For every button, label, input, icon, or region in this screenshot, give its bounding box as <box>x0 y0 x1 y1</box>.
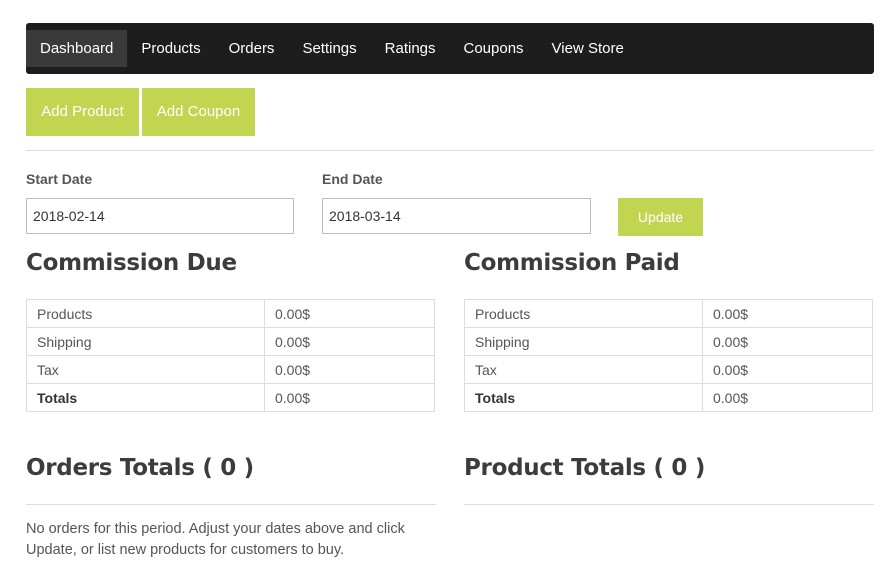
nav-item-dashboard[interactable]: Dashboard <box>26 30 128 67</box>
divider <box>26 150 874 151</box>
divider <box>26 504 436 505</box>
row-label: Tax <box>26 355 265 384</box>
row-label: Products <box>464 299 703 328</box>
nav-item-ratings[interactable]: Ratings <box>371 30 450 67</box>
end-date-label: End Date <box>322 171 383 187</box>
row-value: 0.00$ <box>264 383 435 412</box>
row-value: 0.00$ <box>702 299 873 328</box>
row-label: Shipping <box>26 327 265 356</box>
row-value: 0.00$ <box>702 383 873 412</box>
start-date-input[interactable] <box>26 198 294 234</box>
row-value: 0.00$ <box>702 355 873 384</box>
row-value: 0.00$ <box>264 327 435 356</box>
table-row-totals: Totals 0.00$ <box>464 383 873 412</box>
row-label: Tax <box>464 355 703 384</box>
nav-item-orders[interactable]: Orders <box>215 30 289 67</box>
nav-item-products[interactable]: Products <box>127 30 214 67</box>
commission-paid-title: Commission Paid <box>464 250 680 276</box>
row-value: 0.00$ <box>702 327 873 356</box>
row-label: Totals <box>26 383 265 412</box>
no-orders-message: No orders for this period. Adjust your d… <box>26 521 405 558</box>
divider <box>464 504 874 505</box>
commission-due-table: Products 0.00$ Shipping 0.00$ Tax 0.00$ … <box>26 299 435 412</box>
table-row: Products 0.00$ <box>464 299 873 328</box>
product-totals-title: Product Totals ( 0 ) <box>464 455 706 481</box>
table-row: Shipping 0.00$ <box>464 327 873 356</box>
nav-item-settings[interactable]: Settings <box>288 30 370 67</box>
row-label: Products <box>26 299 265 328</box>
orders-totals-title: Orders Totals ( 0 ) <box>26 455 254 481</box>
table-row: Products 0.00$ <box>26 299 435 328</box>
update-button[interactable]: Update <box>618 198 703 236</box>
row-value: 0.00$ <box>264 355 435 384</box>
row-value: 0.00$ <box>264 299 435 328</box>
table-row: Tax 0.00$ <box>464 355 873 384</box>
row-label: Shipping <box>464 327 703 356</box>
start-date-label: Start Date <box>26 171 93 187</box>
table-row: Shipping 0.00$ <box>26 327 435 356</box>
row-label: Totals <box>464 383 703 412</box>
add-product-button[interactable]: Add Product <box>26 88 139 136</box>
commission-due-title: Commission Due <box>26 250 237 276</box>
add-coupon-button[interactable]: Add Coupon <box>142 88 255 136</box>
table-row: Tax 0.00$ <box>26 355 435 384</box>
dashboard-nav: Dashboard Products Orders Settings Ratin… <box>26 23 874 74</box>
end-date-input[interactable] <box>322 198 591 234</box>
nav-item-view-store[interactable]: View Store <box>538 30 638 67</box>
table-row-totals: Totals 0.00$ <box>26 383 435 412</box>
nav-item-coupons[interactable]: Coupons <box>450 30 538 67</box>
commission-paid-table: Products 0.00$ Shipping 0.00$ Tax 0.00$ … <box>464 299 873 412</box>
